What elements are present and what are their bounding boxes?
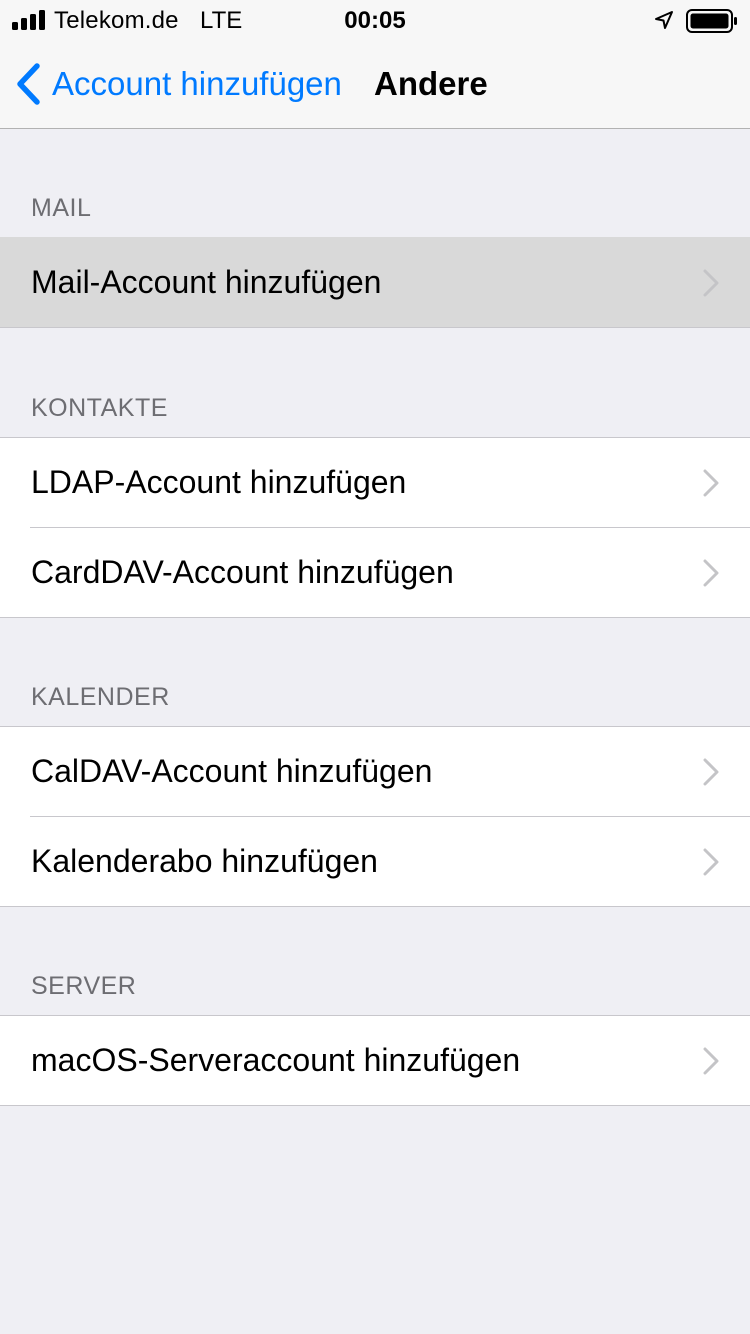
- row-label: macOS-Serveraccount hinzufügen: [31, 1042, 521, 1078]
- section-mail: Mail-Account hinzufügen: [0, 237, 750, 328]
- row-add-mail-account[interactable]: Mail-Account hinzufügen: [0, 238, 750, 327]
- section-server: macOS-Serveraccount hinzufügen: [0, 1015, 750, 1106]
- settings-list: MAIL Mail-Account hinzufügen KONTAKTE LD…: [0, 129, 750, 1106]
- row-add-macos-server-account[interactable]: macOS-Serveraccount hinzufügen: [0, 1016, 750, 1105]
- battery-icon: [686, 9, 737, 33]
- section-contacts: LDAP-Account hinzufügen CardDAV-Account …: [0, 437, 750, 618]
- chevron-right-icon: [703, 269, 719, 297]
- chevron-left-icon: [17, 63, 40, 105]
- section-header-server: SERVER: [31, 972, 137, 1000]
- section-header-calendar: KALENDER: [31, 683, 170, 711]
- chevron-right-icon: [703, 758, 719, 786]
- back-button-label: Account hinzufügen: [52, 65, 342, 102]
- location-arrow-icon: [655, 11, 673, 29]
- section-calendar: CalDAV-Account hinzufügen Kalenderabo hi…: [0, 726, 750, 907]
- row-add-caldav-account[interactable]: CalDAV-Account hinzufügen: [0, 727, 750, 816]
- row-label: Mail-Account hinzufügen: [31, 264, 382, 300]
- navigation-bar: Account hinzufügen Andere: [0, 40, 750, 129]
- section-header-mail: MAIL: [31, 194, 92, 222]
- row-label: Kalenderabo hinzufügen: [31, 843, 378, 879]
- back-button[interactable]: Account hinzufügen: [14, 40, 342, 128]
- chevron-right-icon: [703, 469, 719, 497]
- chevron-right-icon: [703, 559, 719, 587]
- row-add-calendar-subscription[interactable]: Kalenderabo hinzufügen: [0, 816, 750, 906]
- chevron-right-icon: [703, 848, 719, 876]
- page-title: Andere: [374, 65, 488, 102]
- row-label: LDAP-Account hinzufügen: [31, 464, 407, 500]
- row-label: CardDAV-Account hinzufügen: [31, 554, 454, 590]
- row-add-ldap-account[interactable]: LDAP-Account hinzufügen: [0, 438, 750, 527]
- row-add-carddav-account[interactable]: CardDAV-Account hinzufügen: [0, 527, 750, 617]
- row-label: CalDAV-Account hinzufügen: [31, 753, 433, 789]
- chevron-right-icon: [703, 1047, 719, 1075]
- section-header-contacts: KONTAKTE: [31, 394, 168, 422]
- clock: 00:05: [344, 7, 406, 34]
- status-bar: Telekom.de LTE 00:05: [0, 0, 750, 40]
